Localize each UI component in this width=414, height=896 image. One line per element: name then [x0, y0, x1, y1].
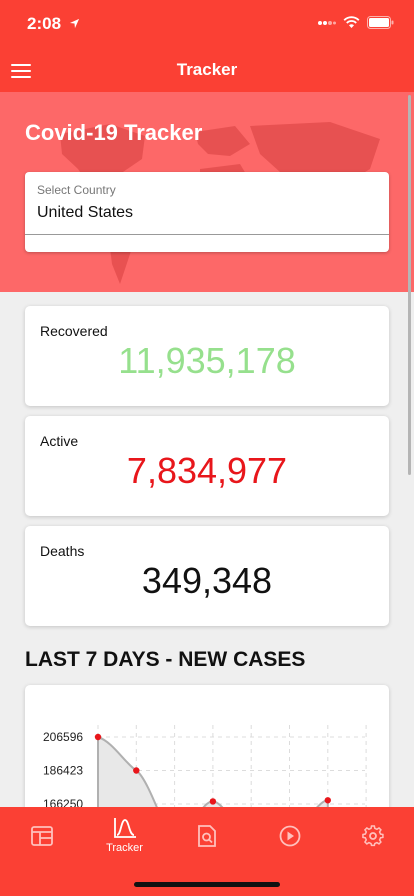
wifi-icon: [343, 16, 360, 28]
chart-data-point: [94, 733, 102, 741]
deaths-label: Deaths: [40, 543, 85, 559]
chart-data-point: [209, 798, 217, 805]
status-bar: 2:08: [0, 0, 414, 48]
country-select-value: United States: [37, 204, 134, 221]
select-underline: [25, 234, 389, 235]
nav-bar: Tracker: [0, 48, 414, 92]
tab-tracker-label: Tracker: [106, 842, 143, 854]
active-label: Active: [40, 433, 79, 449]
tab-video[interactable]: [249, 807, 332, 867]
document-search-icon: [198, 825, 216, 847]
status-time: 2:08: [27, 14, 80, 34]
deaths-card: Deaths 349,348: [25, 526, 389, 626]
tab-bar: Tracker: [0, 807, 414, 896]
tab-dashboard[interactable]: [0, 807, 83, 867]
battery-icon: [367, 16, 394, 29]
chart-data-point: [324, 797, 331, 804]
hero-banner: Covid-19 Tracker Select Country United S…: [0, 92, 414, 292]
tab-search[interactable]: [166, 807, 249, 867]
tab-settings[interactable]: [332, 807, 414, 867]
chart-y-tick-label: 206596: [43, 730, 83, 744]
tab-tracker[interactable]: Tracker: [83, 807, 166, 867]
active-card: Active 7,834,977: [25, 416, 389, 516]
dashboard-icon: [31, 826, 53, 846]
recovered-value: 11,935,178: [118, 340, 296, 381]
location-arrow-icon: [69, 18, 79, 29]
gear-icon: [362, 825, 384, 847]
recovered-label: Recovered: [40, 323, 108, 339]
chart-data-point: [133, 767, 140, 774]
home-indicator: [134, 882, 280, 887]
country-select[interactable]: Select Country United States: [25, 172, 389, 252]
chart-icon: [114, 818, 136, 838]
scrollbar[interactable]: [408, 95, 411, 475]
chart-y-tick-label: 186423: [43, 764, 83, 778]
play-icon: [279, 825, 301, 847]
deaths-value: 349,348: [141, 560, 273, 601]
signal-dots-icon: [318, 20, 336, 25]
hero-title: Covid-19 Tracker: [25, 120, 203, 145]
active-value: 7,834,977: [126, 450, 288, 491]
recovered-card: Recovered 11,935,178: [25, 306, 389, 406]
nav-title: Tracker: [176, 60, 238, 79]
country-select-label: Select Country: [37, 183, 116, 197]
section-title: LAST 7 DAYS - NEW CASES: [25, 648, 306, 671]
status-time-text: 2:08: [27, 14, 62, 33]
